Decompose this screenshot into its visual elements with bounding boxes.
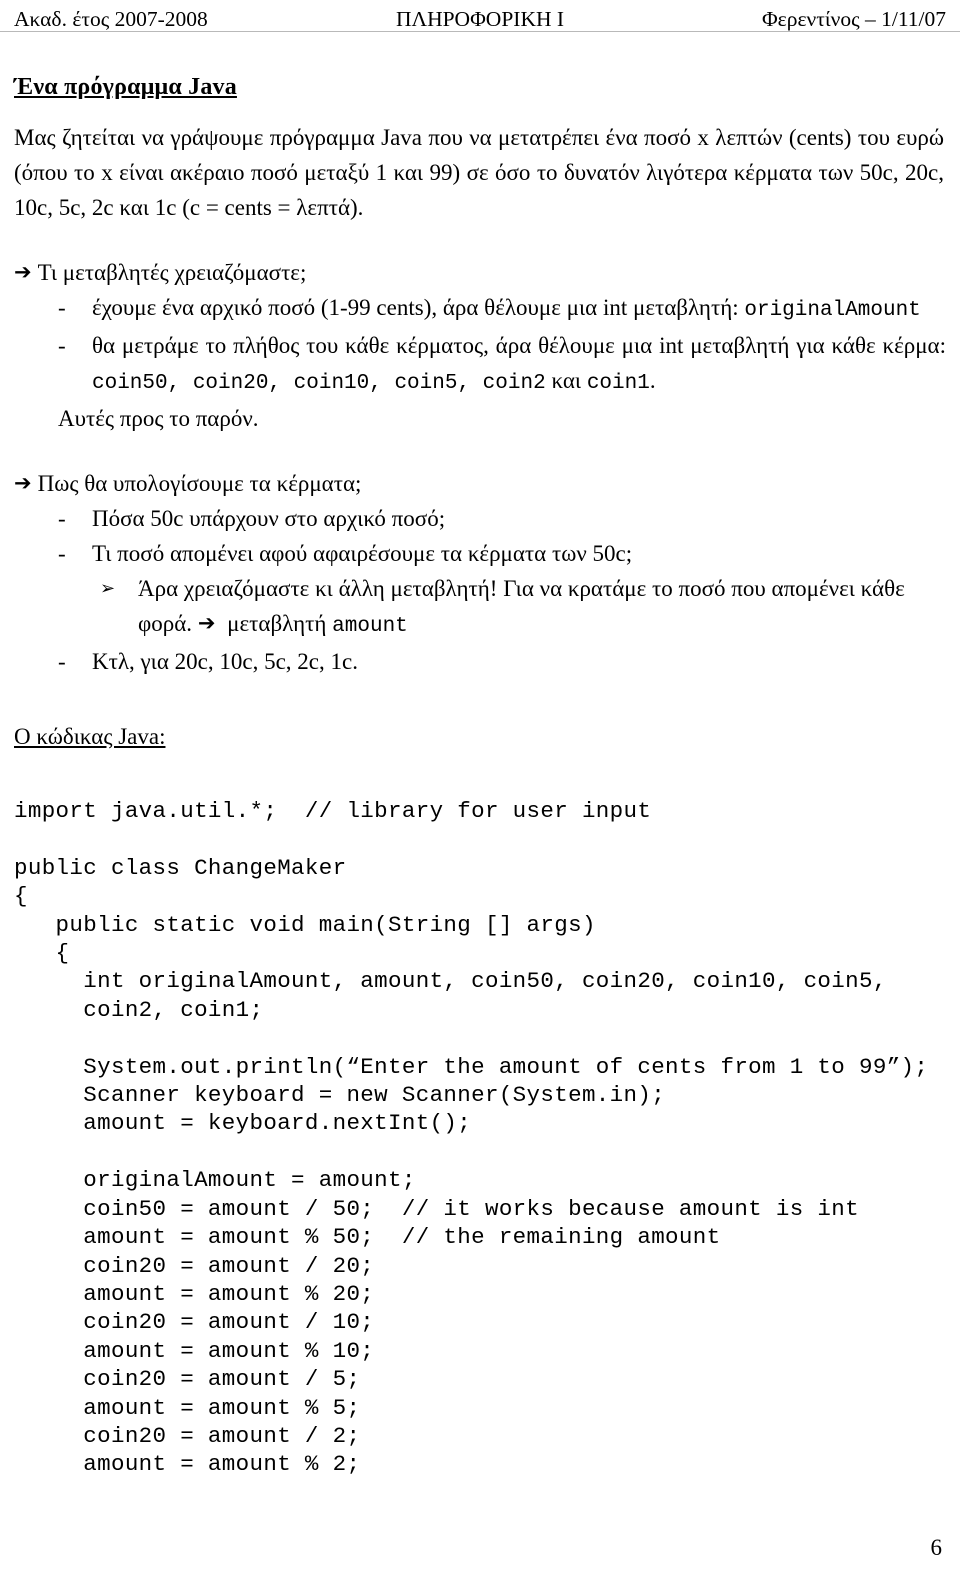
coins-list-continued: - Κτλ, για 20c, 10c, 5c, 2c, 1c. <box>14 644 946 679</box>
dash-bullet-icon: - <box>58 541 66 566</box>
variables-item2-text: θα μετράμε το πλήθος του κάθε κέρματος, … <box>92 333 946 358</box>
arrow-right-icon: ➔ <box>197 611 216 635</box>
list-item: - Πόσα 50c υπάρχουν στο αρχικό ποσό; <box>14 501 946 536</box>
page-number: 6 <box>930 1535 943 1560</box>
section-variables-heading-text: Τι μεταβλητές χρειαζόμαστε; <box>37 260 307 285</box>
variables-item2-code-b: coin1 <box>586 372 650 395</box>
header-left-academic-year: Ακαδ. έτος 2007-2008 <box>14 7 208 31</box>
variables-closing-line: Αυτές προς το παρόν. <box>58 406 259 431</box>
list-item: - έχουμε ένα αρχικό ποσό (1-99 cents), ά… <box>14 290 946 328</box>
variables-item2-code-a: coin50, coin20, coin10, coin5, coin2 <box>92 372 546 395</box>
variables-list: - έχουμε ένα αρχικό ποσό (1-99 cents), ά… <box>14 290 946 401</box>
list-item: - θα μετράμε το πλήθος του κάθε κέρματος… <box>14 328 946 401</box>
page-title: Ένα πρόγραμμα Java <box>14 74 237 100</box>
section-variables-heading: ➔ Τι μεταβλητές χρειαζόμαστε; <box>14 255 946 290</box>
document-page: Ακαδ. έτος 2007-2008 ΠΛΗΡΟΦΟΡΙΚΗ Ι Φερεν… <box>0 0 960 1575</box>
coins-item3-text: Κτλ, για 20c, 10c, 5c, 2c, 1c. <box>92 649 358 674</box>
section-coins: ➔ Πως θα υπολογίσουμε τα κέρματα; - Πόσα … <box>14 466 946 679</box>
header-center-course-title: ΠΛΗΡΟΦΟΡΙΚΗ Ι <box>395 7 565 31</box>
list-item: - Τι ποσό απομένει αφού αφαιρέσουμε τα κ… <box>14 536 946 571</box>
page-header: Ακαδ. έτος 2007-2008 ΠΛΗΡΟΦΟΡΙΚΗ Ι Φερεν… <box>14 6 946 32</box>
dash-bullet-icon: - <box>58 333 66 358</box>
variables-item2-end: . <box>649 368 656 393</box>
dash-bullet-icon: - <box>58 506 66 531</box>
section-coins-heading-text: Πως θα υπολογίσουμε τα κέρματα; <box>37 471 362 496</box>
dash-bullet-icon: - <box>58 649 66 674</box>
arrow-right-icon: ➔ <box>14 260 32 284</box>
coins-list: - Πόσα 50c υπάρχουν στο αρχικό ποσό; - Τ… <box>14 501 946 571</box>
list-item: ➢ Άρα χρειαζόμαστε κι άλλη μεταβλητή! Γι… <box>14 571 946 644</box>
coins-sub1-code: amount <box>332 615 408 638</box>
intro-paragraph: Μας ζητείται να γράψουμε πρόγραμμα Java … <box>14 125 944 220</box>
coins-item1-text: Πόσα 50c υπάρχουν στο αρχικό ποσό; <box>92 506 446 531</box>
arrow-right-icon: ➔ <box>14 471 32 495</box>
header-divider <box>0 31 960 32</box>
section-variables: ➔ Τι μεταβλητές χρειαζόμαστε; - έχουμε έν… <box>14 255 946 436</box>
dash-bullet-icon: - <box>58 295 66 320</box>
header-right-author-date: Φερεντίνος – 1/11/07 <box>761 7 946 31</box>
document-body: Ένα πρόγραμμα Java Μας ζητείται να γράψο… <box>14 72 946 1479</box>
code-section-heading: Ο κώδικας Java: <box>14 724 166 749</box>
triangle-right-bullet-icon: ➢ <box>100 578 116 599</box>
coins-sublist: ➢ Άρα χρειαζόμαστε κι άλλη μεταβλητή! Γι… <box>14 571 946 644</box>
variables-item1-text: έχουμε ένα αρχικό ποσό (1-99 cents), άρα… <box>92 295 739 320</box>
list-item: - Κτλ, για 20c, 10c, 5c, 2c, 1c. <box>14 644 946 679</box>
variables-item1-code: originalAmount <box>744 299 921 322</box>
variables-item2-mid: και <box>545 368 587 393</box>
coins-item2-text: Τι ποσό απομένει αφού αφαιρέσουμε τα κέρ… <box>92 541 633 566</box>
coins-sub1-tail: μεταβλητή <box>221 611 333 636</box>
java-code-block: import java.util.*; // library for user … <box>14 798 929 1478</box>
section-coins-heading: ➔ Πως θα υπολογίσουμε τα κέρματα; <box>14 466 946 501</box>
